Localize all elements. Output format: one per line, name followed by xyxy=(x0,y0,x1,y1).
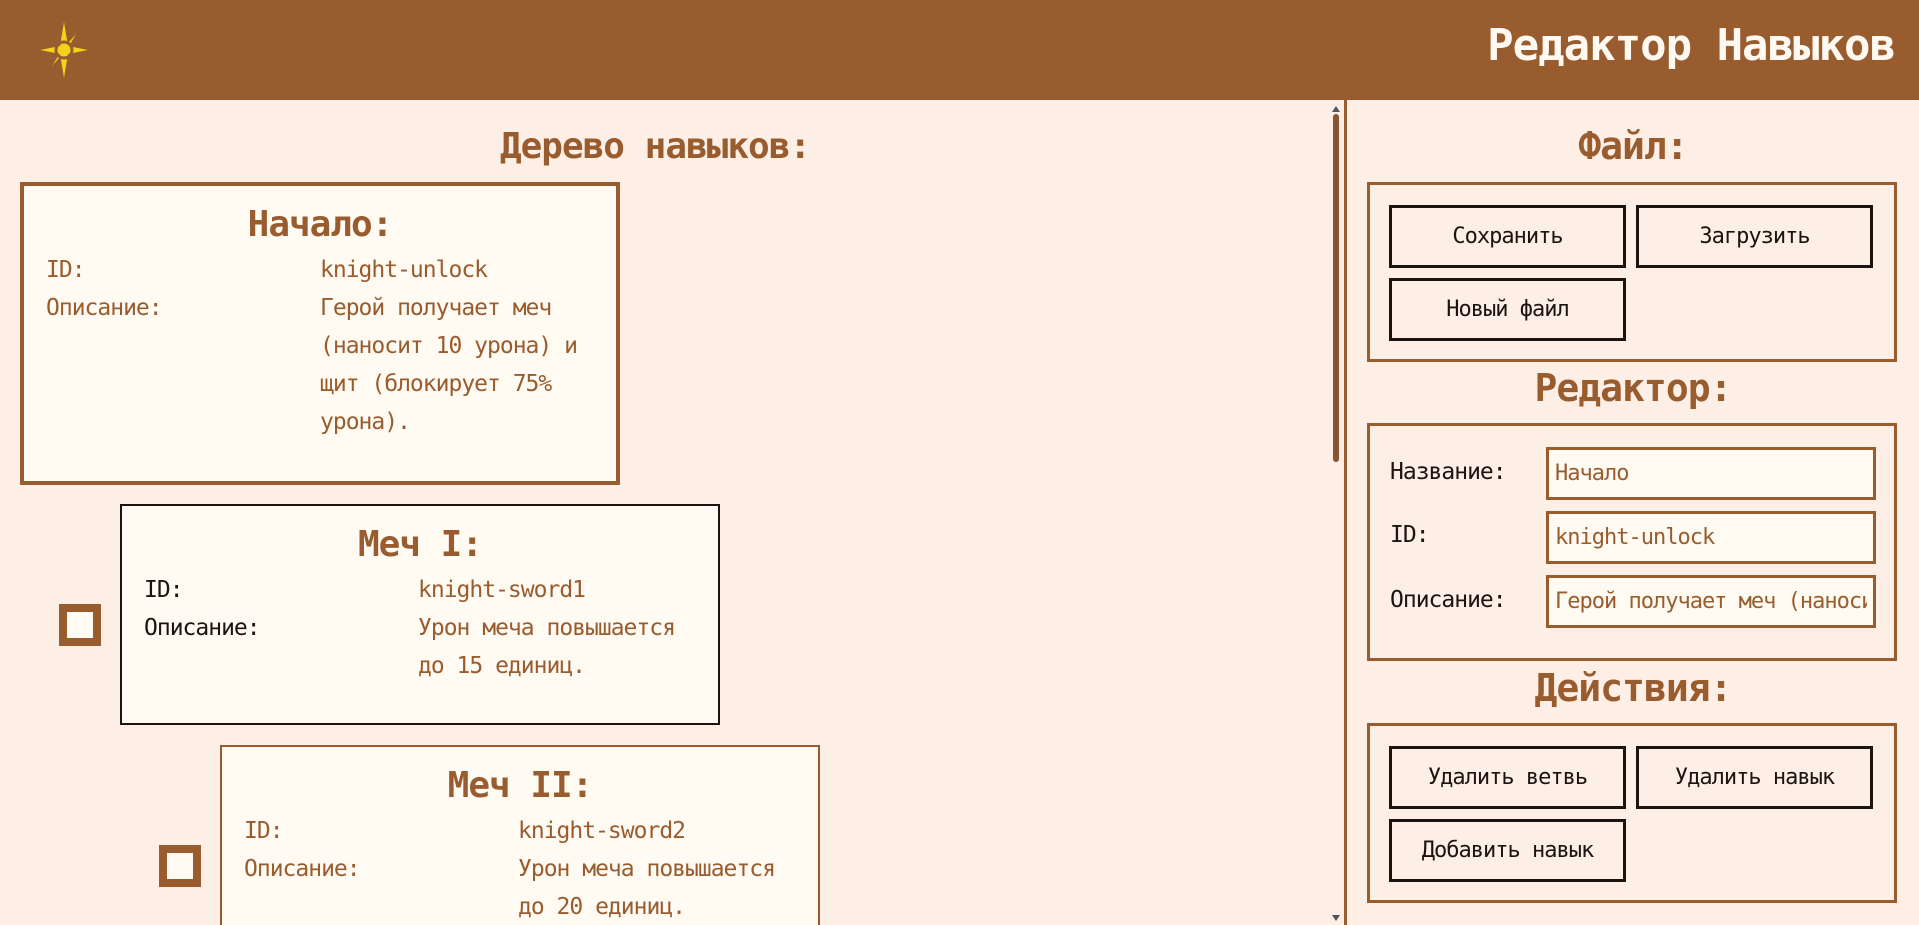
branch-connector-icon[interactable] xyxy=(59,604,101,646)
skill-description: Урон меча повышается до 15 единиц. xyxy=(418,615,676,679)
scroll-down-icon[interactable] xyxy=(1332,915,1340,921)
skill-title: Меч I: xyxy=(357,524,483,565)
skill-id: knight-sword2 xyxy=(518,818,686,844)
id-label: ID: xyxy=(1390,522,1430,548)
actions-panel: Удалить ветвь Удалить навык Добавить нав… xyxy=(1367,723,1897,903)
file-heading: Файл: xyxy=(1578,124,1688,168)
id-label: ID: xyxy=(144,577,184,603)
id-label: ID: xyxy=(244,818,284,844)
new-file-button[interactable]: Новый файл xyxy=(1389,278,1626,341)
skill-id: knight-sword1 xyxy=(418,577,586,603)
skill-card-sword1[interactable]: Меч I: ID: knight-sword1 Описание: Урон … xyxy=(120,504,720,725)
description-input[interactable] xyxy=(1546,575,1876,628)
app-title: Редактор Навыков xyxy=(1487,20,1896,71)
sidebar: Файл: Сохранить Загрузить Новый файл Ред… xyxy=(1347,100,1919,925)
skill-tree-pane[interactable]: Дерево навыков: Начало: ID: knight-unloc… xyxy=(0,100,1344,925)
skill-title: Начало: xyxy=(247,204,394,245)
top-bar: Редактор Навыков xyxy=(0,0,1919,100)
skill-title: Меч II: xyxy=(447,765,594,806)
skill-description: Герой получает меч (наносит 10 урона) и … xyxy=(320,295,578,435)
scroll-up-icon[interactable] xyxy=(1332,106,1340,112)
description-label: Описание: xyxy=(244,856,361,882)
actions-heading: Действия: xyxy=(1534,666,1733,710)
compass-star-icon xyxy=(40,22,88,78)
add-skill-button[interactable]: Добавить навык xyxy=(1389,819,1626,882)
description-label: Описание: xyxy=(46,295,163,321)
load-button[interactable]: Загрузить xyxy=(1636,205,1873,268)
branch-connector-icon[interactable] xyxy=(159,845,201,887)
id-label: ID: xyxy=(46,257,86,283)
save-button[interactable]: Сохранить xyxy=(1389,205,1626,268)
name-label: Название: xyxy=(1390,459,1507,485)
tree-scrollbar[interactable] xyxy=(1329,100,1343,925)
file-panel: Сохранить Загрузить Новый файл xyxy=(1367,182,1897,362)
editor-heading: Редактор: xyxy=(1534,366,1733,410)
skill-description: Урон меча повышается до 20 единиц. xyxy=(518,856,776,920)
id-input[interactable] xyxy=(1546,511,1876,564)
skill-card-start[interactable]: Начало: ID: knight-unlock Описание: Геро… xyxy=(20,182,620,485)
editor-panel: Название: ID: Описание: xyxy=(1367,423,1897,661)
skill-tree-heading: Дерево навыков: xyxy=(499,126,811,167)
name-input[interactable] xyxy=(1546,447,1876,500)
description-label: Описание: xyxy=(1390,587,1507,613)
description-label: Описание: xyxy=(144,615,261,641)
delete-skill-button[interactable]: Удалить навык xyxy=(1636,746,1873,809)
skill-id: knight-unlock xyxy=(320,257,488,283)
skill-card-sword2[interactable]: Меч II: ID: knight-sword2 Описание: Урон… xyxy=(220,745,820,925)
scroll-thumb[interactable] xyxy=(1333,114,1339,462)
delete-branch-button[interactable]: Удалить ветвь xyxy=(1389,746,1626,809)
